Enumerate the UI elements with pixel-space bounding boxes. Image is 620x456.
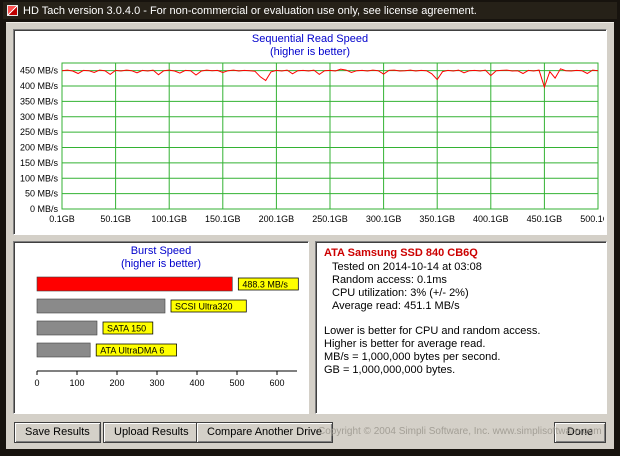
svg-text:600: 600 bbox=[269, 378, 284, 388]
svg-text:350 MB/s: 350 MB/s bbox=[20, 96, 59, 106]
svg-text:450.1GB: 450.1GB bbox=[527, 214, 563, 224]
svg-text:0.1GB: 0.1GB bbox=[49, 214, 75, 224]
sequential-read-panel: Sequential Read Speed (higher is better)… bbox=[13, 29, 607, 235]
svg-text:300.1GB: 300.1GB bbox=[366, 214, 402, 224]
info-tested-on: Tested on 2014-10-14 at 03:08 bbox=[332, 261, 482, 273]
info-note-read: Higher is better for average read. bbox=[324, 338, 486, 350]
info-average-read: Average read: 451.1 MB/s bbox=[332, 300, 460, 312]
svg-text:250.1GB: 250.1GB bbox=[312, 214, 348, 224]
compare-another-drive-button[interactable]: Compare Another Drive bbox=[196, 422, 333, 443]
svg-text:300: 300 bbox=[149, 378, 164, 388]
svg-text:400: 400 bbox=[189, 378, 204, 388]
svg-text:ATA UltraDMA 6: ATA UltraDMA 6 bbox=[100, 346, 164, 356]
svg-text:488.3 MB/s: 488.3 MB/s bbox=[242, 280, 288, 290]
svg-text:100 MB/s: 100 MB/s bbox=[20, 173, 59, 183]
svg-text:100.1GB: 100.1GB bbox=[151, 214, 187, 224]
svg-text:500: 500 bbox=[229, 378, 244, 388]
svg-text:200 MB/s: 200 MB/s bbox=[20, 143, 59, 153]
svg-text:200: 200 bbox=[109, 378, 124, 388]
svg-text:SCSI Ultra320: SCSI Ultra320 bbox=[175, 302, 233, 312]
info-note-cpu: Lower is better for CPU and random acces… bbox=[324, 325, 541, 337]
svg-text:400 MB/s: 400 MB/s bbox=[20, 81, 59, 91]
svg-text:50 MB/s: 50 MB/s bbox=[25, 189, 59, 199]
info-cpu-utilization: CPU utilization: 3% (+/- 2%) bbox=[332, 287, 469, 299]
svg-text:250 MB/s: 250 MB/s bbox=[20, 127, 59, 137]
svg-text:300 MB/s: 300 MB/s bbox=[20, 112, 59, 122]
svg-text:0 MB/s: 0 MB/s bbox=[30, 204, 59, 214]
svg-text:150.1GB: 150.1GB bbox=[205, 214, 241, 224]
svg-text:450 MB/s: 450 MB/s bbox=[20, 66, 59, 76]
drive-name: ATA Samsung SSD 840 CB6Q bbox=[324, 247, 478, 259]
svg-text:100: 100 bbox=[69, 378, 84, 388]
svg-text:0: 0 bbox=[34, 378, 39, 388]
burst-chart-title: Burst Speed bbox=[130, 245, 192, 257]
sequential-read-chart: 450 MB/s 400 MB/s 350 MB/s 300 MB/s 250 MB/s… bbox=[20, 62, 604, 224]
save-results-button[interactable]: Save Results bbox=[14, 422, 101, 443]
drive-info-panel: ATA Samsung SSD 840 CB6Q Tested on 2014-… bbox=[315, 241, 607, 414]
svg-text:400.1GB: 400.1GB bbox=[473, 214, 509, 224]
hdtach-app-icon bbox=[7, 5, 18, 16]
info-random-access: Random access: 0.1ms bbox=[332, 274, 447, 286]
burst-speed-chart: 488.3 MB/s SCSI Ultra320 SATA 150 ATA Ultra… bbox=[34, 276, 299, 388]
svg-text:200.1GB: 200.1GB bbox=[259, 214, 295, 224]
svg-text:500.1GB: 500.1GB bbox=[580, 214, 604, 224]
svg-text:SATA 150: SATA 150 bbox=[107, 324, 146, 334]
titlebar: HD Tach version 3.0.4.0 - For non-commer… bbox=[3, 2, 617, 19]
svg-text:50.1GB: 50.1GB bbox=[100, 214, 131, 224]
sequential-chart-title: Sequential Read Speed bbox=[251, 33, 369, 45]
svg-text:150 MB/s: 150 MB/s bbox=[20, 158, 59, 168]
upload-results-button[interactable]: Upload Results bbox=[103, 422, 200, 443]
info-note-mbs: MB/s = 1,000,000 bytes per second. bbox=[324, 351, 501, 363]
burst-speed-panel: Burst Speed (higher is better) 488.3 MB/… bbox=[13, 241, 309, 414]
svg-text:350.1GB: 350.1GB bbox=[419, 214, 455, 224]
window-title: HD Tach version 3.0.4.0 - For non-commer… bbox=[23, 4, 477, 17]
hdtach-window: { "window": { "title": "HD Tach version … bbox=[0, 0, 620, 456]
info-note-gb: GB = 1,000,000,000 bytes. bbox=[324, 364, 456, 376]
client-area: Sequential Read Speed (higher is better)… bbox=[6, 22, 614, 449]
burst-chart-subtitle: (higher is better) bbox=[120, 258, 202, 270]
copyright-watermark: Copyright © 2004 Simpli Software, Inc. w… bbox=[318, 426, 602, 437]
sequential-chart-subtitle: (higher is better) bbox=[269, 46, 351, 58]
